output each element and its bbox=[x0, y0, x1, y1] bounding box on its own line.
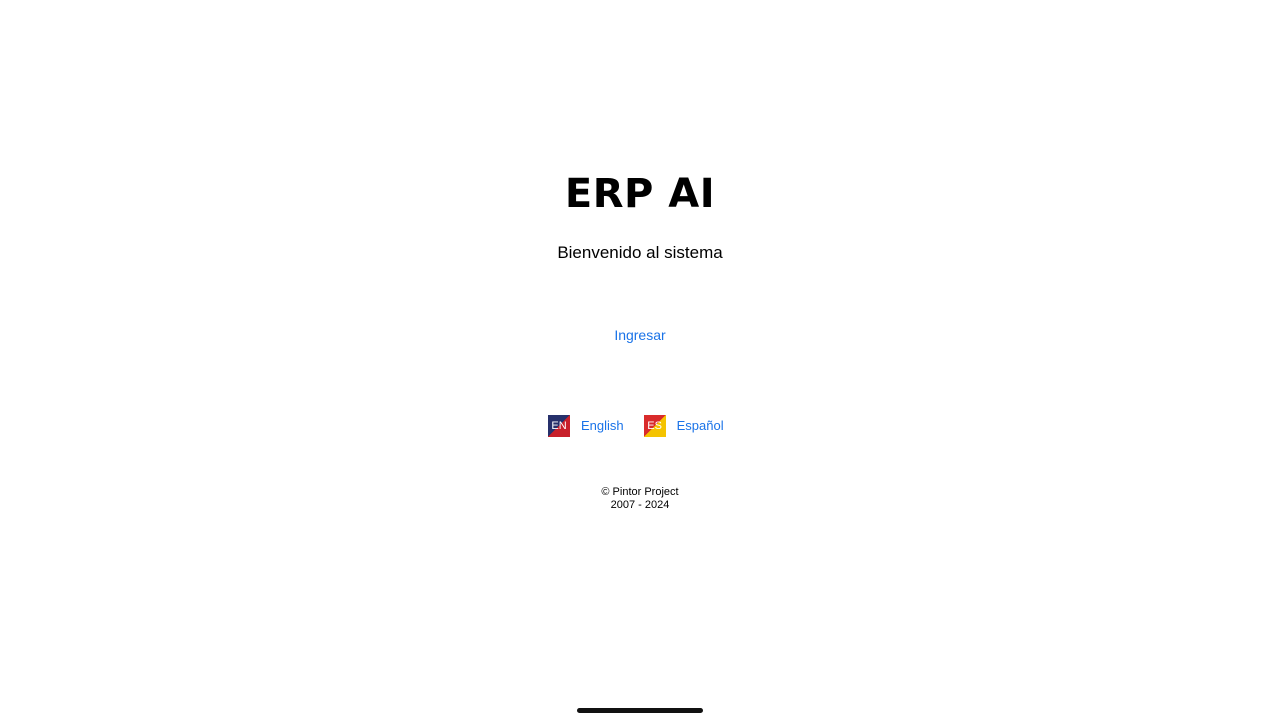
flag-es-icon: ES bbox=[643, 415, 666, 437]
footer-years: 2007 - 2024 bbox=[610, 499, 670, 511]
welcome-subtitle: Bienvenido al sistema bbox=[557, 243, 723, 262]
flag-en-icon: EN bbox=[548, 415, 570, 437]
login-link[interactable]: Ingresar bbox=[590, 326, 690, 344]
footer-copyright: © Pintor Project bbox=[601, 486, 679, 498]
app-title: ERP AI bbox=[564, 171, 716, 217]
language-option-english[interactable]: EN English bbox=[548, 415, 624, 437]
language-option-spanish[interactable]: ES Español bbox=[643, 415, 724, 437]
footer: © Pintor Project 2007 - 2024 bbox=[0, 486, 1280, 512]
welcome-screen: ERP AI Bienvenido al sistema Ingresar EN… bbox=[0, 0, 1280, 720]
language-label-spanish: Español bbox=[676, 418, 724, 433]
language-label-english: English bbox=[581, 418, 624, 433]
home-indicator bbox=[577, 708, 703, 713]
language-selector: EN English ES Español bbox=[548, 415, 724, 437]
